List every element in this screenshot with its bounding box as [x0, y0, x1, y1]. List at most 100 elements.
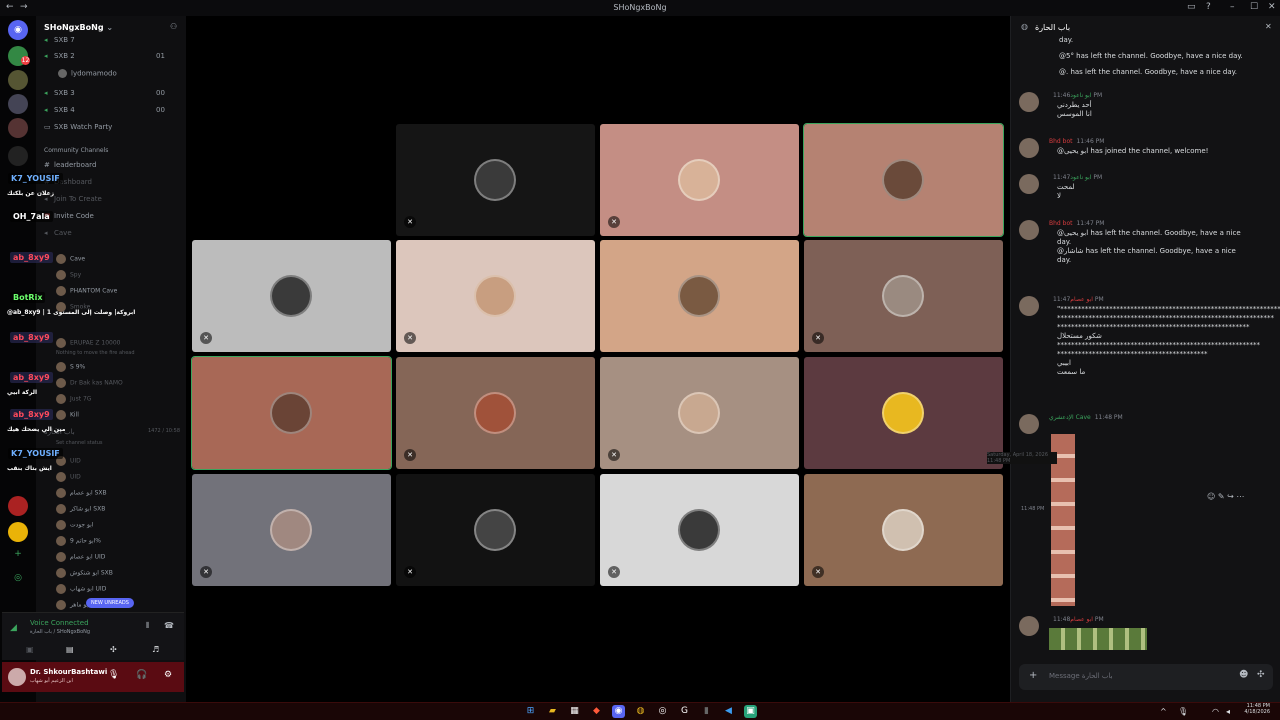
channel-invite-code[interactable]: ⬒Invite Code [44, 212, 182, 226]
close-window-button[interactable]: ✕ [1268, 2, 1276, 12]
channel-join-to-create[interactable]: ◂ Join To Create [44, 195, 182, 209]
voice-member[interactable]: UID [56, 472, 182, 485]
participant-tile[interactable] [803, 123, 1004, 237]
voice-member[interactable]: ابو جودت [56, 520, 182, 533]
avatar[interactable] [1019, 138, 1039, 158]
channel-cave[interactable]: ◂ Cave [44, 229, 182, 243]
participant-tile[interactable] [804, 357, 1003, 469]
help-icon[interactable]: ? [1206, 2, 1211, 12]
discord-taskbar-icon[interactable]: ◉ [612, 705, 625, 718]
system-clock[interactable]: 11:48 PM 4/18/2026 [1240, 703, 1270, 715]
voice-member[interactable]: Dr Bak kas NAMO [56, 378, 182, 391]
windows-start-icon[interactable]: ⊞ [524, 705, 537, 718]
add-friend-icon[interactable]: ⚇ [170, 22, 177, 31]
wifi-icon[interactable]: ◠ [1212, 707, 1219, 716]
participant-tile[interactable]: ✕ [396, 124, 595, 236]
server-icon[interactable] [8, 522, 28, 542]
maximize-button[interactable]: ☐ [1250, 2, 1258, 12]
voice-channel[interactable]: ◂ SXB 3 00 [44, 89, 182, 103]
edit-icon[interactable]: ✎ [1218, 492, 1225, 501]
category-community[interactable]: Community Channels [44, 147, 182, 161]
message-author[interactable]: ابو ناعود11:47 PM [1049, 174, 1102, 181]
stage-channel[interactable]: ▭ SXB Watch Party [44, 123, 182, 137]
voice-member[interactable]: Spy [56, 270, 182, 283]
new-unreads-pill[interactable]: NEW UNREADS [86, 598, 134, 608]
app-icon[interactable]: ▮ [700, 705, 713, 718]
voice-member[interactable]: lydomamodo [58, 69, 196, 83]
voice-member[interactable]: Cave [56, 254, 182, 267]
reaction-icon[interactable]: ☺ [1207, 492, 1215, 501]
add-attachment-icon[interactable]: + [1029, 670, 1037, 681]
voice-channel[interactable]: ◂ SXB 4 00 [44, 106, 182, 120]
brave-browser-icon[interactable]: ◆ [590, 705, 603, 718]
emoji-icon[interactable]: ☻ [1239, 670, 1248, 680]
voice-member[interactable]: PHANTOM Cave [56, 286, 182, 299]
voice-member[interactable]: S 9% [56, 362, 182, 375]
participant-tile[interactable]: ✕ [192, 474, 391, 586]
screen-share-icon[interactable]: ▤ [66, 645, 74, 654]
server-icon[interactable] [8, 94, 28, 114]
server-icon[interactable] [8, 146, 28, 166]
server-icon[interactable] [8, 70, 28, 90]
message-author[interactable]: Bhd bot 11:47 PM [1049, 220, 1104, 227]
participant-tile[interactable]: ✕ [804, 474, 1003, 586]
close-chat-icon[interactable]: ✕ [1265, 22, 1272, 31]
voice-member[interactable]: Just 7G [56, 394, 182, 407]
participant-tile[interactable]: ✕ [192, 240, 391, 352]
tray-mic-icon[interactable]: 🎙 [1178, 707, 1188, 716]
participant-tile[interactable] [600, 240, 799, 352]
avatar[interactable] [1019, 220, 1039, 240]
voice-channel-name[interactable]: باب الحارة / SHoNgxBoNg [30, 629, 90, 635]
noise-suppression-icon[interactable]: ⦀ [146, 621, 150, 631]
settings-gear-icon[interactable]: ⚙ [164, 670, 172, 680]
voice-member[interactable]: Kill [56, 410, 182, 423]
activities-icon[interactable]: ✣ [110, 645, 117, 654]
avatar[interactable] [8, 668, 26, 686]
voice-member[interactable]: UID [56, 456, 182, 469]
voice-member[interactable]: ابو عصام SXB [56, 488, 182, 501]
app-icon[interactable]: ◎ [656, 705, 669, 718]
reply-icon[interactable]: ↪ [1227, 492, 1234, 501]
avatar[interactable] [1019, 296, 1039, 316]
volume-icon[interactable]: ◂ [1226, 707, 1230, 716]
gif-image[interactable] [1049, 628, 1147, 650]
voice-member[interactable]: ابو حاتم 9% [56, 536, 182, 549]
discover-icon[interactable]: ◎ [8, 568, 28, 588]
participant-tile[interactable]: ✕ [396, 240, 595, 352]
avatar[interactable] [1019, 92, 1039, 112]
message-author[interactable]: الإدعشري Cave 11:48 PM [1049, 414, 1123, 421]
app-icon[interactable]: ▣ [744, 705, 757, 718]
avatar[interactable] [1019, 414, 1039, 434]
google-icon[interactable]: G [678, 705, 691, 718]
voice-member[interactable]: ابو شهاب UID [56, 584, 182, 597]
voice-channel[interactable]: ◂ SXB 2 01 [44, 52, 182, 66]
add-server-icon[interactable]: + [8, 544, 28, 564]
minimize-button[interactable]: – [1230, 2, 1235, 12]
vscode-icon[interactable]: ◀ [722, 705, 735, 718]
participant-tile[interactable]: ✕ [600, 124, 799, 236]
soundboard-icon[interactable]: ♬ [152, 645, 159, 654]
avatar[interactable] [1019, 616, 1039, 636]
discord-home-icon[interactable]: ◉ [8, 20, 28, 40]
channel-dashboard[interactable]: #Dashboard [44, 178, 182, 192]
calendar-icon[interactable]: ▦ [568, 705, 581, 718]
voice-member[interactable]: ابو شنكوش SXB [56, 568, 182, 581]
chrome-icon[interactable]: ◍ [634, 705, 647, 718]
voice-channel[interactable]: ◂ SXB 7 [44, 36, 182, 50]
microphone-icon[interactable]: 🎙 [108, 670, 119, 680]
apps-icon[interactable]: ✣ [1257, 670, 1265, 680]
participant-tile[interactable]: ✕ [600, 357, 799, 469]
camera-icon[interactable]: ▣ [26, 645, 34, 654]
message-author[interactable]: ابو عصام11:48 PM [1049, 616, 1104, 623]
tray-chevron-icon[interactable]: ^ [1160, 707, 1167, 716]
participant-tile[interactable]: ✕ [804, 240, 1003, 352]
message-author[interactable]: ابو عصام11:47 PM [1049, 296, 1104, 303]
message-author[interactable]: Bhd bot 11:46 PM [1049, 138, 1104, 145]
message-input[interactable]: + Message باب الحارة ☻ ✣ [1019, 664, 1273, 690]
channel-leaderboard[interactable]: # leaderboard [44, 161, 182, 175]
avatar[interactable] [1019, 174, 1039, 194]
voice-member[interactable]: ابو عصام UID [56, 552, 182, 565]
file-explorer-icon[interactable]: ▰ [546, 705, 559, 718]
more-icon[interactable]: ⋯ [1236, 492, 1244, 501]
participant-tile[interactable] [191, 356, 392, 470]
